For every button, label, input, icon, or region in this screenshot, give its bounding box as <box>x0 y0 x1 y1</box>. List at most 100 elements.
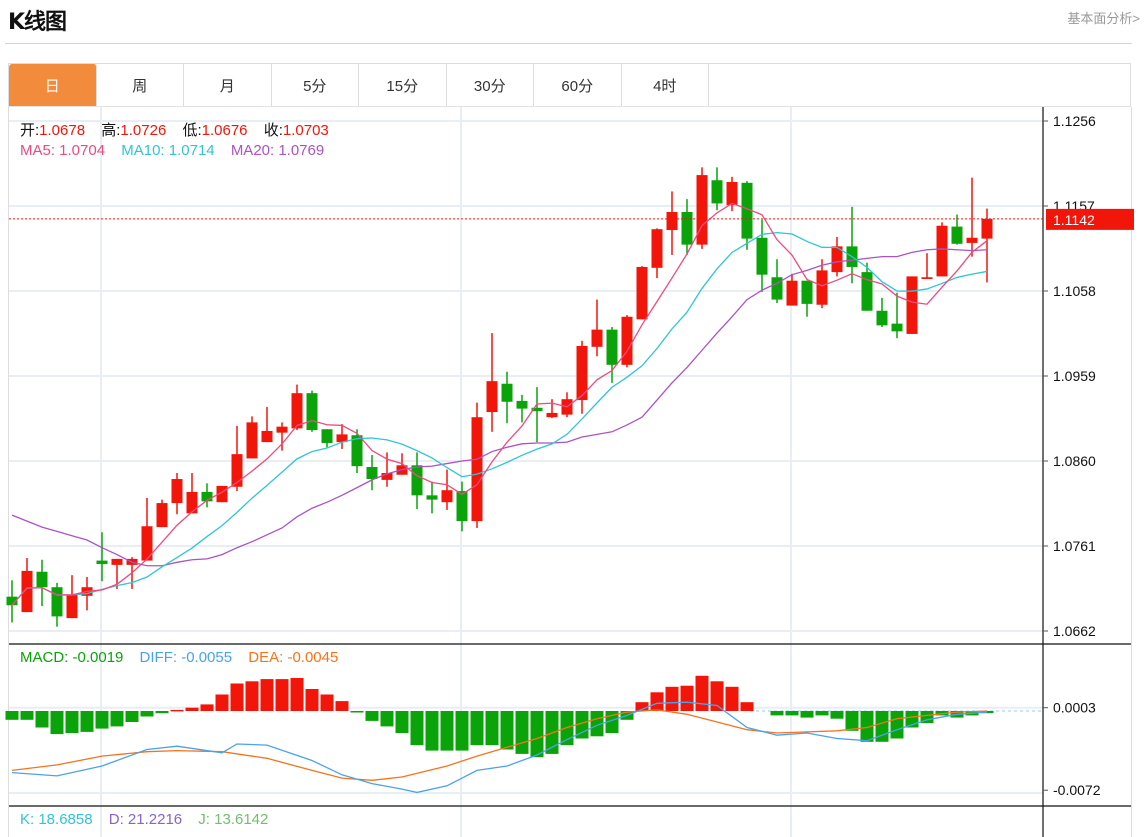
ma10-legend: MA10: 1.0714 <box>121 142 215 159</box>
candle-up <box>621 316 633 365</box>
macd-histogram-bar <box>665 686 679 711</box>
macd-histogram-bar <box>200 704 214 711</box>
candle-down <box>411 465 423 496</box>
macd-histogram-bar <box>65 711 79 733</box>
candle-up <box>921 277 933 279</box>
high-value: 1.0726 <box>120 122 167 139</box>
candle-up <box>666 212 678 231</box>
candle-up <box>66 594 78 619</box>
candle-up <box>546 412 558 418</box>
macd-histogram-bar <box>890 711 904 739</box>
candle-down <box>306 393 318 431</box>
open-value: 1.0678 <box>39 122 86 139</box>
macd-histogram-bar <box>245 681 259 711</box>
candle-down <box>801 280 813 304</box>
ma20-legend: MA20: 1.0769 <box>230 142 325 159</box>
candle-down <box>891 323 903 332</box>
low-label: 低: <box>182 122 202 139</box>
candle-up <box>786 280 798 306</box>
y-tick-label: 1.0662 <box>1053 623 1096 639</box>
candle-down <box>606 329 618 365</box>
candle-up <box>651 229 663 268</box>
candle-down <box>366 467 378 480</box>
macd-histogram-bar <box>380 711 394 727</box>
k-value: K: 18.6858 <box>20 811 93 828</box>
macd-histogram-bar <box>815 711 829 716</box>
candle-up <box>246 422 258 459</box>
y-tick-label: 1.0761 <box>1053 538 1096 554</box>
candle-down <box>951 226 963 244</box>
macd-histogram-bar <box>725 686 739 711</box>
kdj-legend: K: 18.6858 D: 21.2216 J: 13.6142 <box>20 811 280 828</box>
macd-histogram-bar <box>395 711 409 733</box>
macd-histogram-bar <box>20 711 34 720</box>
macd-value: MACD: -0.0019 <box>20 649 124 666</box>
candle-down <box>501 383 513 402</box>
macd-histogram-bar <box>695 675 709 711</box>
candle-up <box>906 276 918 334</box>
candle-down <box>36 571 48 588</box>
candle-down <box>96 560 108 565</box>
ma5-legend: MA5: 1.0704 <box>20 142 106 159</box>
candle-up <box>276 426 288 433</box>
candle-up <box>591 329 603 347</box>
candle-up <box>636 266 648 320</box>
candle-down <box>711 180 723 204</box>
d-value: D: 21.2216 <box>108 811 183 828</box>
macd-histogram-bar <box>830 711 844 719</box>
candle-down <box>456 491 468 522</box>
candle-up <box>816 270 828 305</box>
macd-histogram-bar <box>80 711 94 732</box>
candle-down <box>516 400 528 409</box>
macd-histogram-bar <box>455 711 469 751</box>
ohlc-legend: 开:1.0678 高:1.0726 低:1.0676 收:1.0703 <box>20 119 341 140</box>
current-price-label: 1.1142 <box>1053 212 1095 228</box>
candle-up <box>186 491 198 514</box>
dea-line <box>11 709 988 781</box>
candle-up <box>111 558 123 565</box>
macd-histogram-bar <box>740 702 754 711</box>
candle-up <box>981 218 993 239</box>
candle-up <box>441 490 453 503</box>
macd-histogram-bar <box>410 711 424 746</box>
macd-histogram-bar <box>290 678 304 711</box>
candle-down <box>426 495 438 500</box>
ma10-line <box>11 231 988 606</box>
candle-up <box>171 479 183 504</box>
j-value: J: 13.6142 <box>198 811 269 828</box>
candle-down <box>321 429 333 443</box>
macd-histogram-bar <box>650 692 664 711</box>
macd-histogram-bar <box>140 711 154 717</box>
macd-histogram-bar <box>215 694 229 711</box>
macd-histogram-bar <box>170 709 184 712</box>
macd-histogram-bar <box>530 711 544 758</box>
macd-histogram-bar <box>515 711 529 754</box>
y-tick-label: 1.1058 <box>1053 283 1096 299</box>
macd-histogram-bar <box>185 707 199 711</box>
macd-histogram-bar <box>425 711 439 751</box>
candle-up <box>936 225 948 277</box>
macd-y-tick-label: 0.0003 <box>1053 700 1096 716</box>
macd-histogram-bar <box>5 711 19 720</box>
candle-down <box>876 310 888 326</box>
high-label: 高: <box>101 122 121 139</box>
macd-histogram-bar <box>95 711 109 729</box>
close-label: 收: <box>263 122 283 139</box>
macd-histogram-bar <box>125 711 139 722</box>
macd-histogram-bar <box>110 711 124 727</box>
macd-histogram-bar <box>50 711 64 735</box>
diff-value: DIFF: -0.0055 <box>139 649 233 666</box>
close-value: 1.0703 <box>282 122 329 139</box>
macd-histogram-bar <box>485 711 499 746</box>
candle-up <box>486 381 498 413</box>
candle-down <box>51 587 63 617</box>
macd-histogram-bar <box>230 683 244 711</box>
dea-value: DEA: -0.0045 <box>248 649 339 666</box>
macd-histogram-bar <box>350 711 364 713</box>
macd-histogram-bar <box>365 711 379 721</box>
macd-histogram-bar <box>680 685 694 711</box>
candle-up <box>726 181 738 206</box>
ma-legend: MA5: 1.0704 MA10: 1.0714 MA20: 1.0769 <box>20 142 336 159</box>
candle-up <box>291 393 303 429</box>
macd-histogram-bar <box>275 679 289 711</box>
